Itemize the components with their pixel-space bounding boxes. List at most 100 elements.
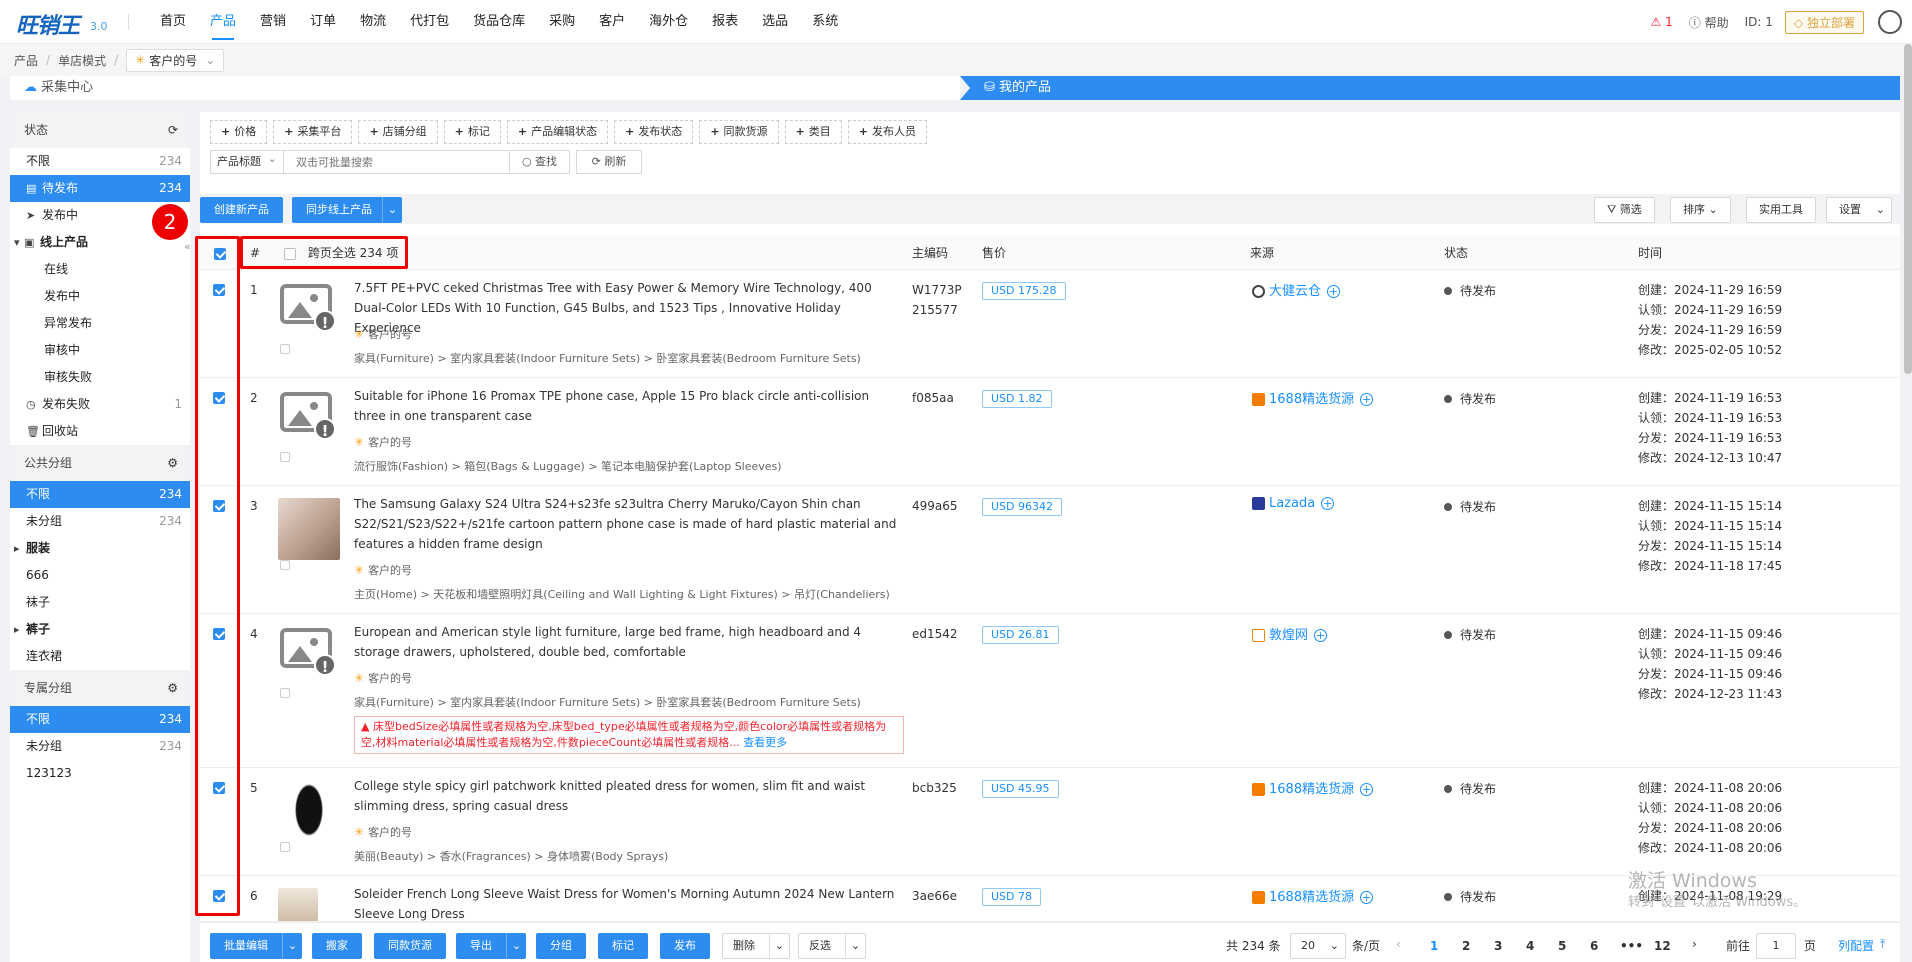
nav-products[interactable]: 产品 (198, 0, 248, 44)
mark-button[interactable]: 标记 (598, 933, 648, 959)
product-title[interactable]: Suitable for iPhone 16 Promax TPE phone … (354, 386, 902, 426)
filter-platform[interactable]: + 采集平台 (273, 120, 353, 144)
page-ellipsis[interactable]: ••• (1620, 939, 1643, 953)
filter-store-group[interactable]: + 店铺分组 (358, 120, 438, 144)
tab-my-products[interactable]: ⛁ 我的产品 (960, 76, 1900, 100)
sidebar-item-pending[interactable]: ▤ 待发布 234 (10, 175, 190, 202)
product-title[interactable]: The Samsung Galaxy S24 Ultra S24+s23fe s… (354, 494, 902, 554)
column-config-link[interactable]: 列配置 (1838, 937, 1874, 954)
sidebar-item-666[interactable]: 666 (10, 562, 190, 589)
price-badge[interactable]: USD 45.95 (982, 780, 1059, 798)
sidebar-item-private-all[interactable]: 不限 234 (10, 706, 190, 733)
sidebar-item-public-ungrouped[interactable]: 未分组 234 (10, 508, 190, 535)
page-1[interactable]: 1 (1430, 939, 1438, 953)
gear-icon[interactable]: ⚙ (167, 670, 178, 706)
product-title[interactable]: European and American style light furnit… (354, 622, 902, 662)
search-input[interactable] (284, 150, 510, 174)
gear-icon[interactable]: ⚙ (167, 445, 178, 481)
publish-button[interactable]: 发布 (660, 933, 710, 959)
plus-circle-icon[interactable]: + (1360, 393, 1374, 406)
filter-publisher[interactable]: + 发布人员 (847, 120, 927, 144)
chevron-down-icon[interactable]: ⌄ (769, 934, 789, 958)
sidebar-item-socks[interactable]: 袜子 (10, 589, 190, 616)
image-missing-icon[interactable]: ! (278, 282, 340, 344)
sidebar-item-abnormal[interactable]: 异常发布 (10, 310, 190, 337)
product-thumbnail[interactable] (278, 888, 340, 921)
nav-packing[interactable]: 代打包 (398, 0, 461, 44)
prev-page-icon[interactable]: ‹ (1396, 937, 1401, 951)
sidebar-item-clothing[interactable]: ▸ 服装 (10, 535, 190, 562)
batch-edit-button[interactable]: 批量编辑 ⌄ (210, 933, 302, 959)
price-badge[interactable]: USD 78 (982, 888, 1041, 906)
back-to-top-icon[interactable]: ⤒ (1880, 937, 1885, 952)
nav-purchase[interactable]: 采购 (537, 0, 587, 44)
goto-page-input[interactable]: 1 (1756, 933, 1796, 959)
sidebar-item-online[interactable]: 在线 (10, 256, 190, 283)
copy-icon[interactable] (280, 842, 290, 852)
plus-circle-icon[interactable]: + (1360, 891, 1374, 904)
page-5[interactable]: 5 (1558, 939, 1566, 953)
copy-icon[interactable] (280, 688, 290, 698)
product-thumbnail[interactable] (278, 780, 340, 842)
chevron-down-icon[interactable]: ⌄ (845, 934, 865, 958)
nav-customers[interactable]: 客户 (587, 0, 637, 44)
filter-same-source[interactable]: + 同款货源 (699, 120, 779, 144)
copy-icon[interactable] (280, 344, 290, 354)
breadcrumb-mode[interactable]: 单店模式 (58, 52, 106, 69)
table-row[interactable]: 1 ! 7.5FT PE+PVC ceked Christmas Tree wi… (200, 270, 1900, 378)
source-link[interactable]: 1688精选货源 + (1252, 388, 1374, 407)
copy-icon[interactable] (280, 560, 290, 570)
product-title[interactable]: College style spicy girl patchwork knitt… (354, 776, 902, 816)
source-link[interactable]: 大健云仓 + (1252, 280, 1341, 299)
filter-category[interactable]: + 类目 (784, 120, 842, 144)
image-missing-icon[interactable]: ! (278, 390, 340, 452)
nav-logistics[interactable]: 物流 (348, 0, 398, 44)
sidebar-item-publish-failed[interactable]: ◷ 发布失败 1 (10, 391, 190, 418)
create-product-button[interactable]: 创建新产品 (200, 197, 283, 223)
nav-reports[interactable]: 报表 (700, 0, 750, 44)
help-link[interactable]: ⓘ 帮助 (1689, 14, 1729, 31)
table-row[interactable]: 2 ! Suitable for iPhone 16 Promax TPE ph… (200, 378, 1900, 486)
page-2[interactable]: 2 (1462, 939, 1470, 953)
page-3[interactable]: 3 (1494, 939, 1502, 953)
page-size-select[interactable]: 20 ⌄ (1290, 933, 1346, 959)
table-row[interactable]: 5 College style spicy girl patchwork kni… (200, 768, 1900, 876)
tools-button[interactable]: 实用工具 (1746, 197, 1816, 223)
plus-circle-icon[interactable]: + (1327, 285, 1341, 298)
product-title[interactable]: 7.5FT PE+PVC ceked Christmas Tree with E… (354, 278, 902, 338)
page-scrollbar[interactable] (1904, 44, 1912, 374)
deploy-button[interactable]: ◇ 独立部署 (1784, 10, 1864, 34)
tab-collect-center[interactable]: ☁ 采集中心 (10, 76, 960, 100)
sort-button[interactable]: 排序 ⌄ (1670, 197, 1731, 223)
plus-circle-icon[interactable]: + (1360, 783, 1374, 796)
plus-circle-icon[interactable]: + (1321, 497, 1335, 510)
sidebar-item-reviewing[interactable]: 审核中 (10, 337, 190, 364)
sidebar-item-123123[interactable]: 123123 (10, 760, 190, 787)
table-row[interactable]: 3 The Samsung Galaxy S24 Ultra S24+s23fe… (200, 486, 1900, 614)
nav-orders[interactable]: 订单 (298, 0, 348, 44)
filter-price[interactable]: + 价格 (210, 120, 268, 144)
chevron-down-icon[interactable]: ⌄ (382, 197, 402, 223)
breadcrumb-products[interactable]: 产品 (14, 52, 38, 69)
source-link[interactable]: 敦煌网 + (1252, 624, 1328, 643)
group-button[interactable]: 分组 (536, 933, 586, 959)
nav-marketing[interactable]: 营销 (248, 0, 298, 44)
sidebar-item-public-all[interactable]: 不限 234 (10, 481, 190, 508)
delete-button[interactable]: 删除 ⌄ (722, 933, 790, 959)
price-badge[interactable]: USD 26.81 (982, 626, 1059, 644)
price-badge[interactable]: USD 175.28 (982, 282, 1066, 300)
nav-overseas-warehouse[interactable]: 海外仓 (637, 0, 700, 44)
nav-selection[interactable]: 选品 (750, 0, 800, 44)
plus-circle-icon[interactable]: + (1314, 629, 1328, 642)
view-more-link[interactable]: 查看更多 (743, 736, 787, 749)
sidebar-item-all[interactable]: 不限 234 (10, 148, 190, 175)
filter-button[interactable]: ⛛ 筛选 (1594, 197, 1655, 223)
chevron-down-icon[interactable]: ⌄ (506, 933, 526, 959)
source-link[interactable]: 1688精选货源 + (1252, 886, 1374, 905)
sync-online-button[interactable]: 同步线上产品 ⌄ (292, 197, 402, 223)
user-avatar-icon[interactable] (1878, 10, 1902, 34)
sidebar-item-private-ungrouped[interactable]: 未分组 234 (10, 733, 190, 760)
source-link[interactable]: Lazada + (1252, 496, 1335, 511)
product-title[interactable]: Soleider French Long Sleeve Waist Dress … (354, 884, 902, 921)
image-missing-icon[interactable]: ! (278, 626, 340, 688)
